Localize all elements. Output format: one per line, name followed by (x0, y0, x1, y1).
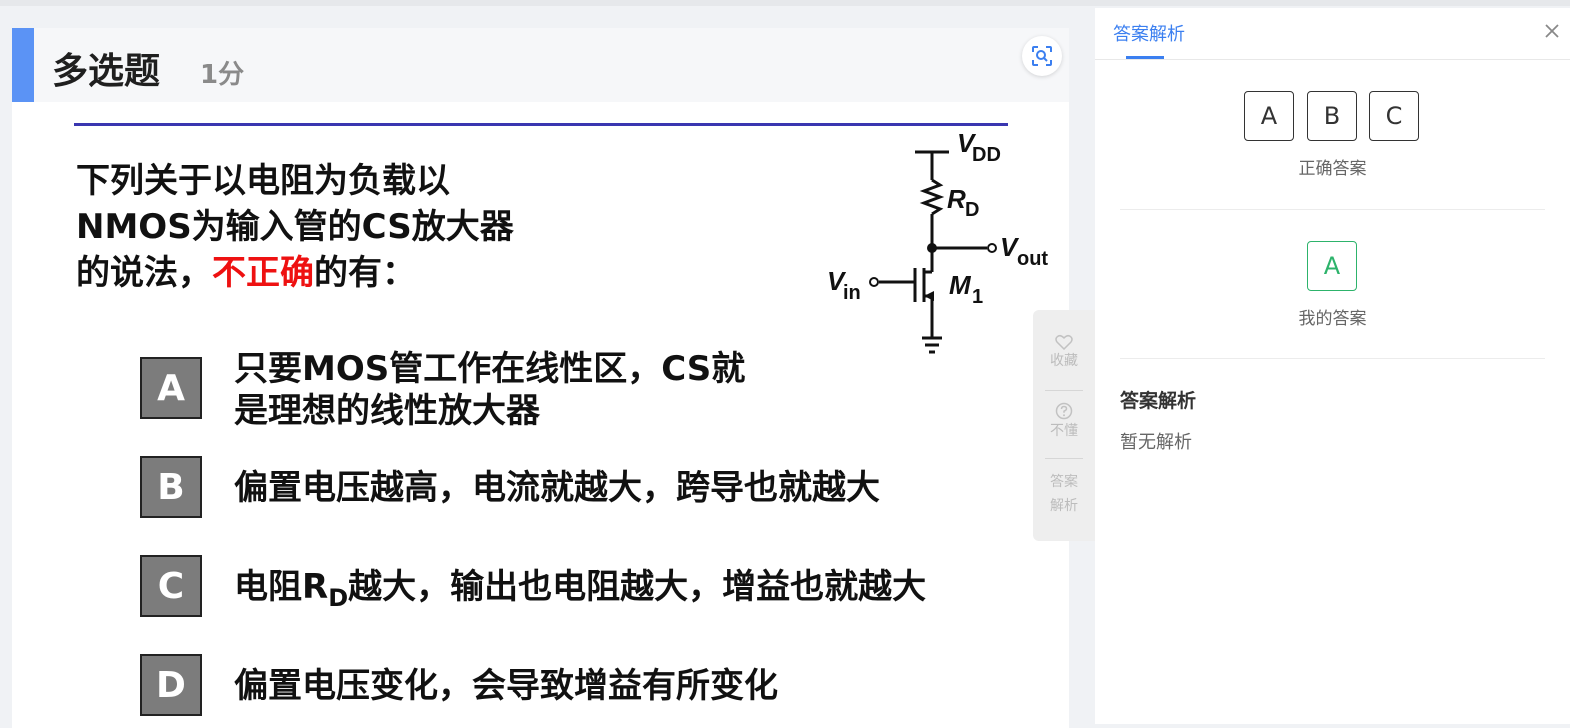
question-slide: 下列关于以电阻为负载以NMOS为输入管的CS放大器的说法，不正确的有： V DD… (12, 102, 1069, 728)
question-stem: 下列关于以电阻为负载以NMOS为输入管的CS放大器的说法，不正确的有： (76, 158, 546, 296)
correct-answer-b: B (1307, 91, 1357, 141)
option-d-badge[interactable]: D (140, 654, 202, 716)
question-score: 1分 (200, 60, 245, 90)
stem-highlight: 不正确 (212, 253, 314, 293)
section-divider (1120, 209, 1545, 210)
dont-understand-label: 不懂 (1050, 423, 1078, 439)
my-answer-label: 我的答案 (1298, 309, 1367, 329)
option-a-line2: 是理想的线性放大器 (234, 391, 540, 431)
option-c-sub: D (328, 583, 349, 612)
question-header: 多选题 1分 (12, 28, 1069, 102)
correct-answer-label: 正确答案 (1298, 159, 1367, 179)
question-circle-icon (1055, 402, 1073, 420)
stem-suffix: 的有： (314, 253, 416, 293)
option-c-text[interactable]: 电阻RD越大，输出也电阻越大，增益也就越大 (234, 566, 926, 619)
rd-label: R (947, 184, 966, 214)
answer-analysis-line2: 解析 (1050, 498, 1078, 514)
option-c-post: 越大，输出也电阻越大，增益也就越大 (348, 567, 927, 607)
heart-icon (1055, 334, 1073, 350)
correct-answer-c: C (1369, 91, 1419, 141)
favorite-tool[interactable]: 收藏 (1033, 334, 1095, 370)
answer-analysis-tool[interactable]: 答案 解析 (1033, 470, 1095, 518)
my-answer-a: A (1307, 241, 1357, 291)
tool-divider (1045, 390, 1083, 391)
rd-sub: D (965, 199, 979, 221)
correct-answer-a: A (1244, 91, 1294, 141)
section-divider (1120, 358, 1545, 359)
header-accent-bar (12, 28, 34, 102)
m1-label: M (949, 270, 972, 300)
question-panel: 多选题 1分 下列关于以电阻为负载以NMOS为输入管的CS放大器的说法，不正确的… (12, 28, 1069, 728)
option-c-badge[interactable]: C (140, 555, 202, 617)
tab-divider (1095, 59, 1570, 60)
option-a-line1: 只要MOS管工作在线性区，CS就 (234, 349, 746, 389)
option-d-text[interactable]: 偏置电压变化，会导致增益有所变化 (234, 665, 778, 707)
cs-amplifier-circuit: V DD R D V out V in M 1 (827, 128, 1048, 354)
option-a-text[interactable]: 只要MOS管工作在线性区，CS就 是理想的线性放大器 (234, 348, 745, 432)
side-toolbar: 收藏 不懂 答案 解析 (1033, 310, 1095, 541)
option-a-badge[interactable]: A (140, 357, 202, 419)
m1-sub: 1 (972, 286, 983, 308)
tab-answer-analysis[interactable]: 答案解析 (1113, 20, 1185, 46)
analysis-title: 答案解析 (1120, 390, 1197, 412)
option-b-badge[interactable]: B (140, 456, 202, 518)
tool-divider (1045, 458, 1083, 459)
dont-understand-tool[interactable]: 不懂 (1033, 402, 1095, 440)
vout-sub: out (1017, 248, 1048, 270)
vin-sub: in (843, 282, 861, 304)
option-c-pre: 电阻R (234, 567, 329, 607)
analysis-body: 暂无解析 (1120, 432, 1192, 453)
top-bar (0, 0, 1570, 6)
vdd-sub: DD (972, 144, 1001, 166)
scan-icon (1032, 46, 1052, 66)
favorite-label: 收藏 (1050, 353, 1078, 369)
scan-zoom-button[interactable] (1022, 36, 1062, 76)
answer-panel: 答案解析 A B C 正确答案 A 我的答案 答案解析 暂无解析 (1095, 8, 1570, 724)
question-type: 多选题 (52, 51, 161, 92)
option-b-text[interactable]: 偏置电压越高，电流就越大，跨导也就越大 (234, 467, 880, 509)
answer-analysis-line1: 答案 (1050, 474, 1078, 490)
close-icon[interactable] (1541, 20, 1563, 42)
